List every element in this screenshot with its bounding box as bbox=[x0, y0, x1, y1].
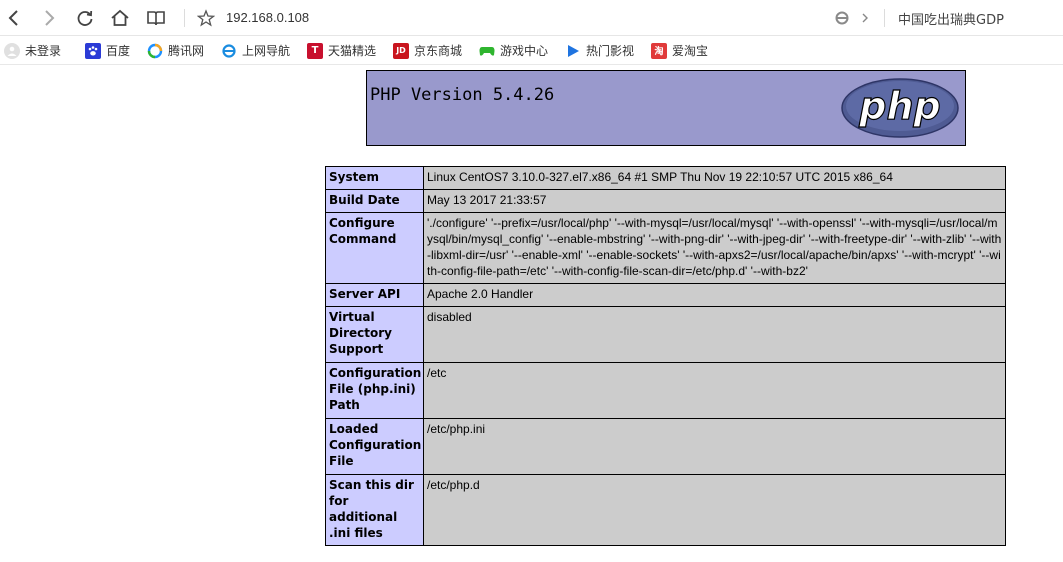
home-button[interactable] bbox=[107, 6, 133, 30]
book-icon bbox=[147, 11, 165, 26]
info-value: /etc bbox=[423, 362, 1006, 419]
table-row: System Linux CentOS7 3.10.0-327.el7.x86_… bbox=[325, 166, 1006, 190]
search-suggestion[interactable]: 中国吃出瑞典GDP bbox=[898, 9, 1004, 28]
forward-button[interactable] bbox=[36, 6, 62, 30]
php-info-table: System Linux CentOS7 3.10.0-327.el7.x86_… bbox=[325, 166, 1006, 546]
back-button[interactable] bbox=[1, 6, 27, 30]
bookmark-label: 热门影视 bbox=[586, 44, 635, 58]
bookmark-star-button[interactable] bbox=[193, 6, 219, 30]
bookmark-label: 腾讯网 bbox=[168, 44, 205, 58]
php-logo-text: php bbox=[858, 84, 940, 128]
gamepad-icon bbox=[479, 42, 495, 59]
table-row: Server API Apache 2.0 Handler bbox=[325, 283, 1006, 307]
table-row: Configure Command './configure' '--prefi… bbox=[325, 212, 1006, 284]
bookmark-videos[interactable]: 热门影视 bbox=[565, 42, 634, 59]
bookmark-label: 爱淘宝 bbox=[672, 44, 709, 58]
bookmark-label: 未登录 bbox=[25, 44, 62, 58]
table-row: Configuration File (php.ini) Path /etc bbox=[325, 362, 1006, 419]
info-key: Loaded Configuration File bbox=[325, 418, 424, 475]
expand-button[interactable] bbox=[852, 6, 878, 30]
chevron-right-icon bbox=[862, 13, 868, 23]
info-value: /etc/php.ini bbox=[423, 418, 1006, 475]
toolbar-separator bbox=[184, 9, 185, 27]
table-row: Scan this dir for additional .ini files … bbox=[325, 474, 1006, 546]
reload-icon bbox=[77, 10, 93, 26]
info-key: Build Date bbox=[325, 189, 424, 213]
star-icon bbox=[197, 9, 215, 27]
info-value: disabled bbox=[423, 306, 1006, 363]
reload-button[interactable] bbox=[72, 6, 98, 30]
user-avatar-icon bbox=[4, 42, 20, 59]
bookmark-baidu[interactable]: 百度 bbox=[85, 42, 130, 59]
address-bar[interactable]: 192.168.0.108 bbox=[226, 10, 309, 25]
reader-mode-button[interactable] bbox=[143, 6, 169, 30]
bookmark-taobao[interactable]: 淘 爱淘宝 bbox=[651, 42, 708, 59]
taobao-icon: 淘 bbox=[651, 42, 667, 59]
info-value: May 13 2017 21:33:57 bbox=[423, 189, 1006, 213]
info-key: Configuration File (php.ini) Path bbox=[325, 362, 424, 419]
tencent-icon bbox=[147, 42, 163, 59]
table-row: Loaded Configuration File /etc/php.ini bbox=[325, 418, 1006, 475]
php-logo-icon: php bbox=[841, 78, 959, 138]
ie-icon bbox=[835, 11, 849, 25]
bookmark-games[interactable]: 游戏中心 bbox=[479, 42, 548, 59]
bookmark-login[interactable]: 未登录 bbox=[4, 42, 61, 59]
bookmark-jd[interactable]: JD 京东商城 bbox=[393, 42, 462, 59]
jd-icon: JD bbox=[393, 42, 409, 59]
home-icon bbox=[111, 9, 129, 26]
info-key: System bbox=[325, 166, 424, 190]
info-value: Linux CentOS7 3.10.0-327.el7.x86_64 #1 S… bbox=[423, 166, 1006, 190]
info-key: Virtual Directory Support bbox=[325, 306, 424, 363]
info-key: Scan this dir for additional .ini files bbox=[325, 474, 424, 546]
bookmark-label: 天猫精选 bbox=[328, 44, 377, 58]
info-value: Apache 2.0 Handler bbox=[423, 283, 1006, 307]
bookmark-label: 游戏中心 bbox=[500, 44, 549, 58]
bookmark-label: 上网导航 bbox=[242, 44, 291, 58]
video-play-icon bbox=[565, 42, 581, 59]
bookmark-tmall[interactable]: T 天猫精选 bbox=[307, 42, 376, 59]
browser-toolbar: 192.168.0.108 中国吃出瑞典GDP bbox=[0, 0, 1063, 36]
info-key: Configure Command bbox=[325, 212, 424, 284]
table-row: Build Date May 13 2017 21:33:57 bbox=[325, 189, 1006, 213]
info-value: /etc/php.d bbox=[423, 474, 1006, 546]
forward-arrow-icon bbox=[45, 10, 55, 26]
info-key: Server API bbox=[325, 283, 424, 307]
bookmark-label: 百度 bbox=[106, 44, 131, 58]
php-version-header: PHP Version 5.4.26 php bbox=[366, 70, 966, 146]
back-arrow-icon bbox=[8, 10, 18, 26]
bookmarks-bar: 未登录 百度 腾讯网 上网导航 T 天猫精选 JD 京东商城 游戏中心 热门影视… bbox=[0, 36, 1063, 65]
bookmark-tencent[interactable]: 腾讯网 bbox=[147, 42, 204, 59]
table-row: Virtual Directory Support disabled bbox=[325, 306, 1006, 363]
ie-icon bbox=[221, 42, 237, 59]
page-title: PHP Version 5.4.26 bbox=[370, 85, 555, 105]
baidu-paw-icon bbox=[85, 42, 101, 59]
bookmark-label: 京东商城 bbox=[414, 44, 463, 58]
tmall-icon: T bbox=[307, 42, 323, 59]
toolbar-separator-right bbox=[884, 9, 885, 27]
bookmark-nav[interactable]: 上网导航 bbox=[221, 42, 290, 59]
info-value: './configure' '--prefix=/usr/local/php' … bbox=[423, 212, 1006, 284]
